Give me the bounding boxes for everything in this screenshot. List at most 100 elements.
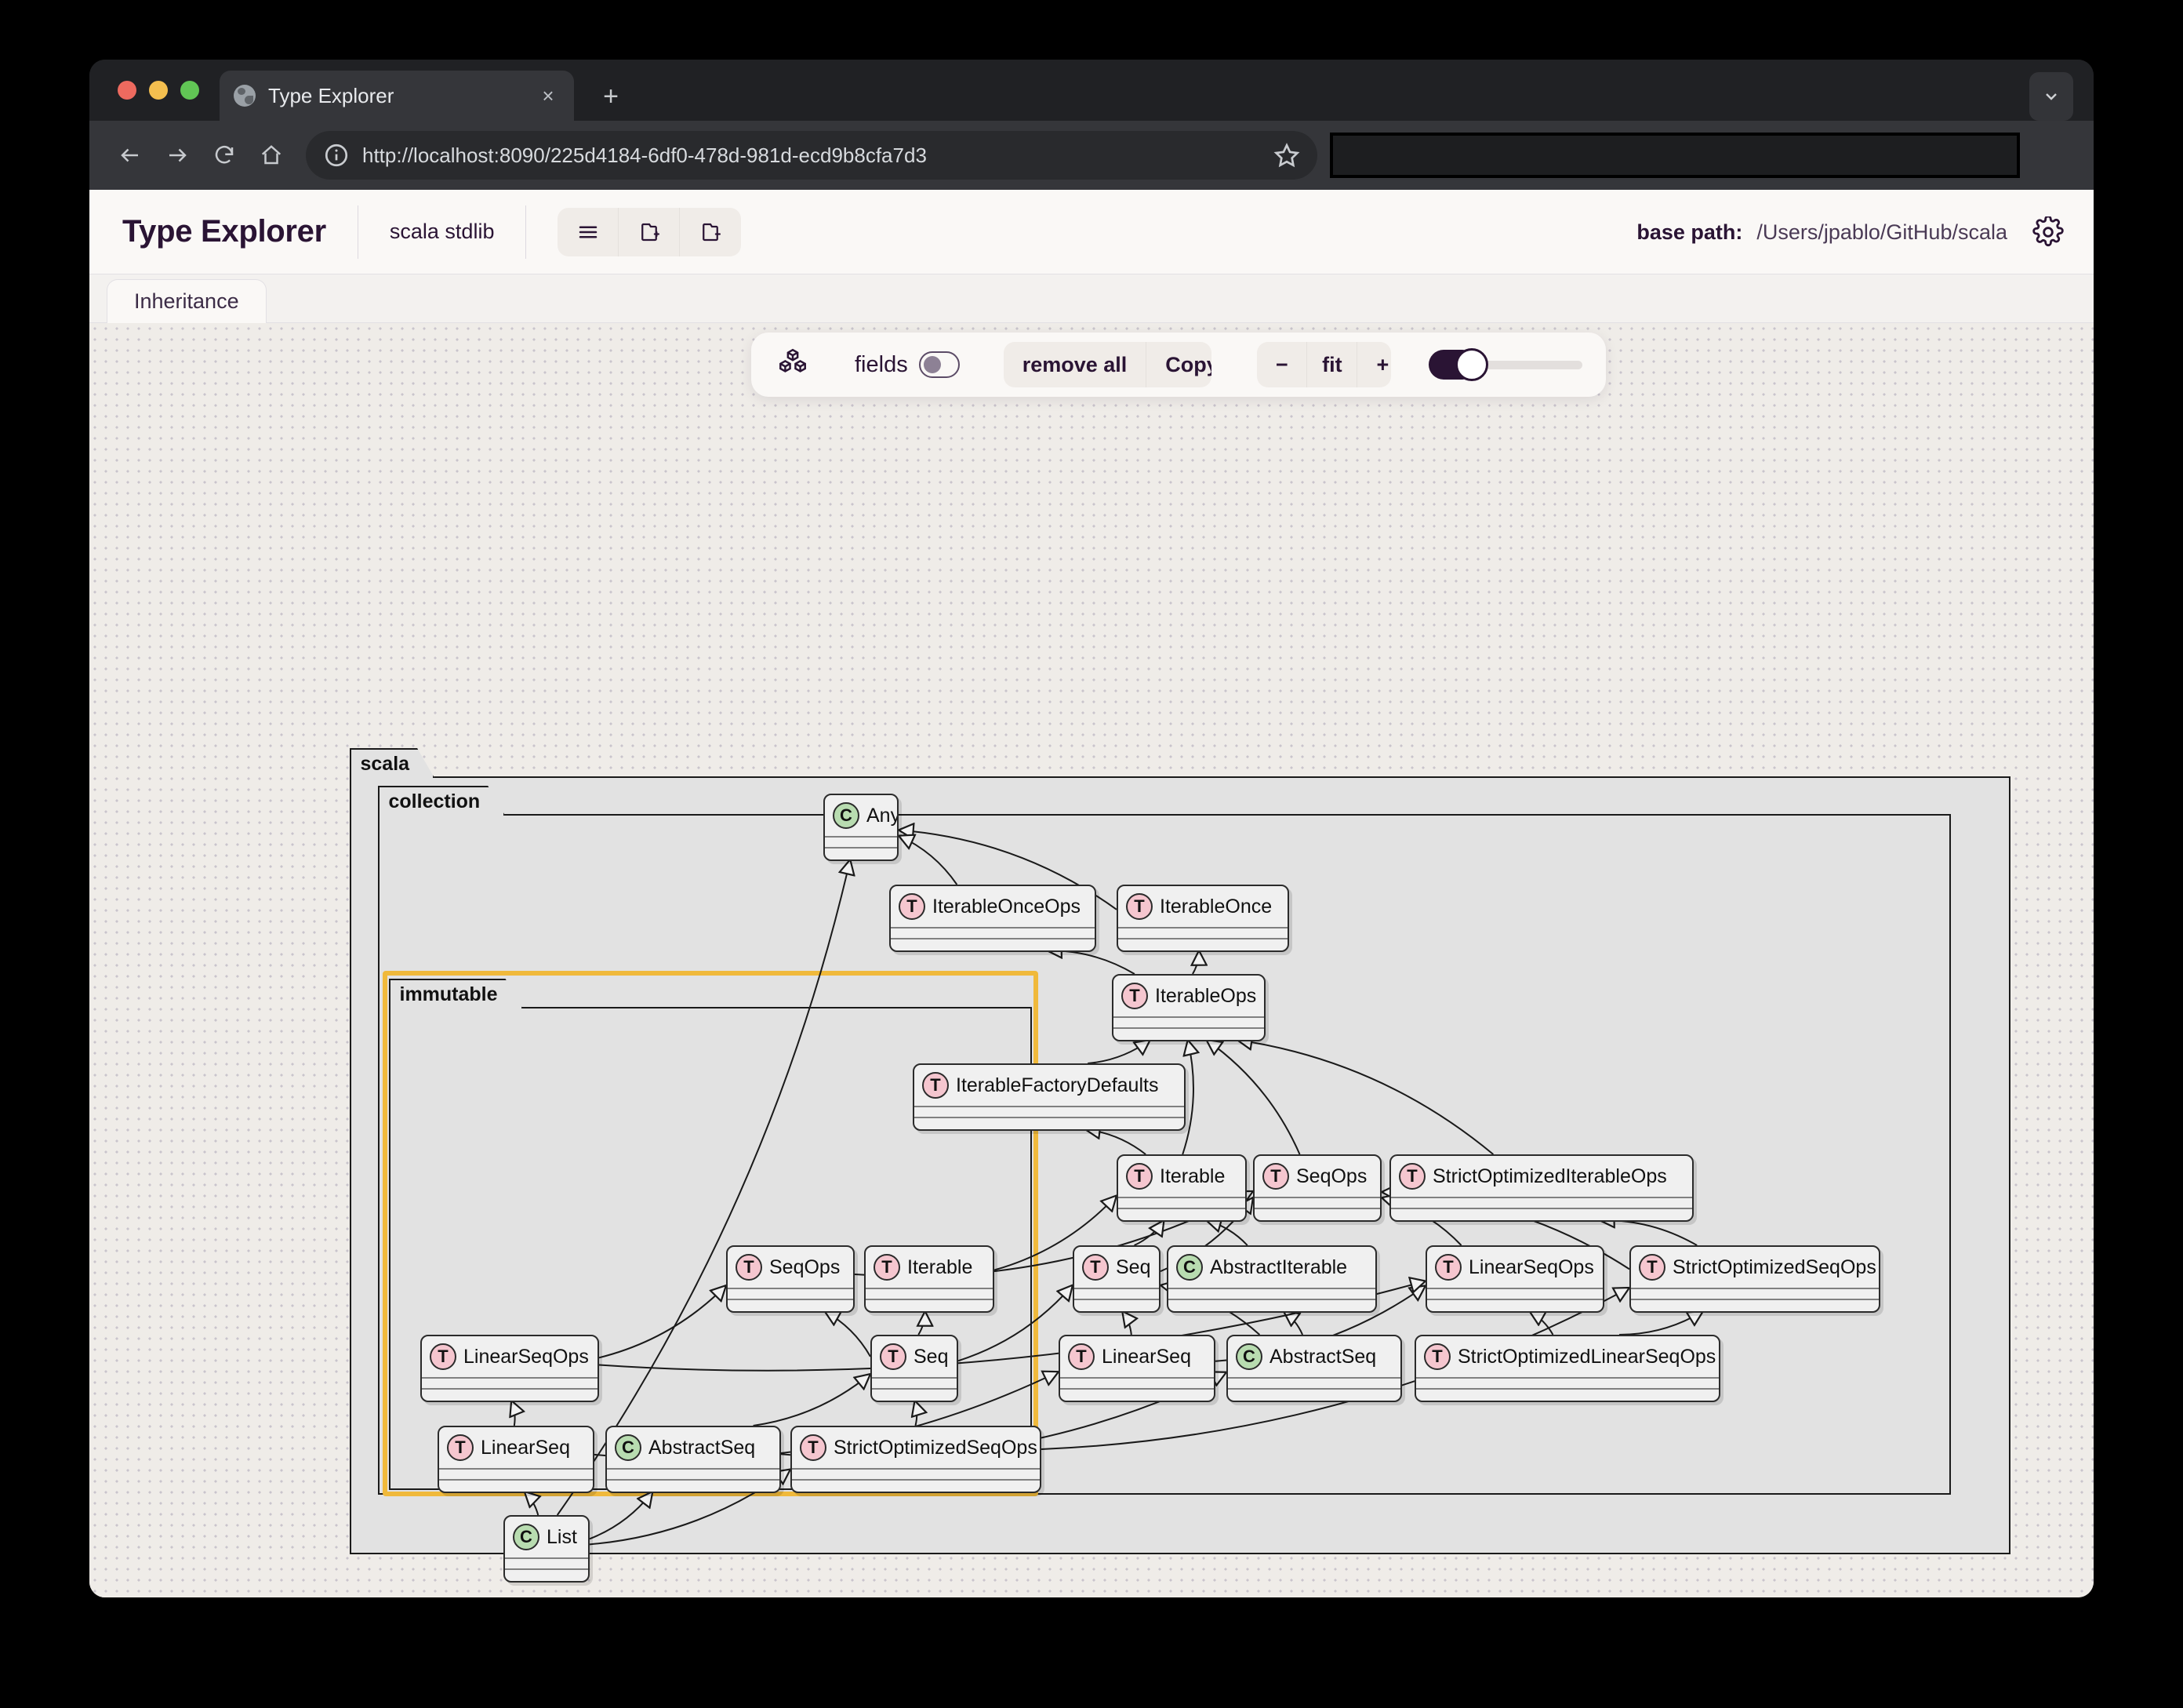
uml-node-methods-compartment xyxy=(872,1388,957,1401)
uml-node-linearseqops_i[interactable]: T LinearSeqOps xyxy=(420,1335,599,1402)
slider-thumb[interactable] xyxy=(1455,348,1488,381)
browser-extensions-area[interactable] xyxy=(1330,133,2020,178)
zoom-fit-button[interactable]: fit xyxy=(1307,342,1357,387)
trait-badge-icon: T xyxy=(1262,1163,1289,1190)
window-maximize-button[interactable] xyxy=(180,81,199,100)
uml-node-linearseqops_c[interactable]: TLinearSeqOps xyxy=(1426,1245,1604,1313)
class-badge-icon: C xyxy=(615,1434,641,1461)
folder-remove-icon[interactable] xyxy=(680,208,741,256)
uml-node-fields-compartment xyxy=(728,1288,853,1299)
url-text: http://localhost:8090/225d4184-6df0-478d… xyxy=(362,144,1273,168)
uml-node-seq_i[interactable]: TSeq xyxy=(870,1335,958,1402)
url-bar[interactable]: http://localhost:8090/225d4184-6df0-478d… xyxy=(306,131,1317,180)
uml-node-header: TSeq xyxy=(1074,1247,1159,1288)
uml-node-strictoptimizediterops[interactable]: TStrictOptimizedIterableOps xyxy=(1389,1154,1694,1222)
uml-diagram[interactable]: scala collection immutable CAnyTIterable… xyxy=(350,747,2010,1554)
uml-node-name: StrictOptimizedSeqOps xyxy=(834,1437,1037,1459)
uml-node-header: TSeqOps xyxy=(1255,1156,1380,1197)
uml-node-linearseq_i[interactable]: TLinearSeq xyxy=(438,1426,594,1493)
uml-node-fields-compartment xyxy=(1168,1288,1375,1299)
uml-node-abstractiterable[interactable]: CAbstractIterable xyxy=(1167,1245,1377,1313)
uml-node-iterableonce[interactable]: TIterableOnce xyxy=(1117,885,1289,952)
boxes-icon[interactable] xyxy=(775,347,811,383)
uml-node-strictoptlinearseqops[interactable]: TStrictOptimizedLinearSeqOps xyxy=(1415,1335,1720,1402)
uml-node-fields-compartment xyxy=(914,1106,1184,1117)
uml-node-iterableops[interactable]: T IterableOps xyxy=(1112,974,1266,1041)
uml-node-header: CAny xyxy=(825,795,897,836)
uml-node-methods-compartment xyxy=(728,1299,853,1311)
gear-icon[interactable] xyxy=(2032,216,2064,248)
uml-node-abstractseq_i[interactable]: CAbstractSeq xyxy=(605,1426,781,1493)
uml-node-fields-compartment xyxy=(422,1377,598,1388)
uml-node-name: StrictOptimizedIterableOps xyxy=(1433,1165,1667,1188)
diagram-canvas[interactable]: fields remove all Copy as − fit + xyxy=(89,323,2094,1597)
divider xyxy=(525,205,526,259)
uml-node-fields-compartment xyxy=(439,1468,593,1479)
trait-badge-icon: T xyxy=(1121,983,1148,1009)
uml-node-name: LinearSeq xyxy=(1102,1346,1191,1368)
uml-node-seqops_c[interactable]: TSeqOps xyxy=(1253,1154,1382,1222)
uml-node-iterable_c[interactable]: TIterable xyxy=(1117,1154,1247,1222)
header-right-cluster: base path: /Users/jpablo/GitHub/scala xyxy=(1636,190,2064,274)
uml-node-methods-compartment xyxy=(1255,1208,1380,1220)
uml-node-fields-compartment xyxy=(1391,1197,1692,1208)
uml-node-iterable_i[interactable]: TIterable xyxy=(864,1245,994,1313)
app-header: Type Explorer scala stdlib base path: /U… xyxy=(89,190,2094,274)
uml-node-name: IterableOnceOps xyxy=(932,896,1081,918)
uml-node-strictoptimizedseqops_c[interactable]: TStrictOptimizedSeqOps xyxy=(1629,1245,1880,1313)
uml-node-any[interactable]: CAny xyxy=(823,794,899,861)
new-tab-button[interactable]: + xyxy=(598,83,624,110)
folder-add-icon[interactable] xyxy=(619,208,680,256)
uml-node-name: IterableOps xyxy=(1155,985,1256,1008)
window-minimize-button[interactable] xyxy=(149,81,168,100)
fields-toggle-group: fields xyxy=(855,351,960,378)
window-close-button[interactable] xyxy=(118,81,136,100)
back-arrow-icon[interactable] xyxy=(107,132,154,179)
uml-node-name: Iterable xyxy=(907,1256,972,1279)
uml-node-header: TIterable xyxy=(1118,1156,1245,1197)
uml-node-fields-compartment xyxy=(1118,927,1288,938)
uml-node-header: CList xyxy=(505,1517,588,1557)
trait-badge-icon: T xyxy=(1639,1254,1665,1281)
trait-badge-icon: T xyxy=(430,1343,456,1370)
app-shell: Type Explorer scala stdlib base path: /U… xyxy=(89,190,2094,1597)
uml-node-abstractseq_c[interactable]: CAbstractSeq xyxy=(1226,1335,1402,1402)
uml-node-fields-compartment xyxy=(1427,1288,1603,1299)
copy-as-button[interactable]: Copy as xyxy=(1146,342,1211,387)
uml-node-header: TStrictOptimizedLinearSeqOps xyxy=(1416,1336,1719,1377)
uml-node-methods-compartment xyxy=(1631,1299,1879,1311)
uml-node-name: SeqOps xyxy=(769,1256,840,1279)
fields-toggle[interactable] xyxy=(919,351,960,378)
zoom-in-button[interactable]: + xyxy=(1357,342,1390,387)
uml-node-header: TStrictOptimizedIterableOps xyxy=(1391,1156,1692,1197)
trait-badge-icon: T xyxy=(1126,893,1153,920)
zoom-button-group: − fit + xyxy=(1257,342,1390,387)
reload-icon[interactable] xyxy=(201,132,248,179)
info-circle-icon[interactable] xyxy=(323,142,350,169)
uml-node-strictoptimizedseqops_i[interactable]: TStrictOptimizedSeqOps xyxy=(790,1426,1041,1493)
remove-all-button[interactable]: remove all xyxy=(1004,342,1147,387)
uml-node-seqops_i[interactable]: TSeqOps xyxy=(726,1245,855,1313)
uml-node-name: LinearSeq xyxy=(481,1437,570,1459)
star-icon[interactable] xyxy=(1273,142,1300,169)
zoom-slider[interactable] xyxy=(1429,347,1582,383)
tab-inheritance[interactable]: Inheritance xyxy=(107,279,267,323)
uml-node-seq_c[interactable]: TSeq xyxy=(1073,1245,1161,1313)
uml-node-iterableonceops[interactable]: TIterableOnceOps xyxy=(889,885,1096,952)
forward-arrow-icon[interactable] xyxy=(154,132,201,179)
chevron-down-icon[interactable] xyxy=(2029,72,2073,121)
menu-icon[interactable] xyxy=(558,208,619,256)
zoom-out-button[interactable]: − xyxy=(1257,342,1307,387)
uml-node-list[interactable]: CList xyxy=(503,1515,590,1583)
uml-node-name: Seq xyxy=(914,1346,948,1368)
browser-tab[interactable]: Type Explorer × xyxy=(220,71,574,121)
uml-node-linearseq_c[interactable]: TLinearSeq xyxy=(1059,1335,1215,1402)
close-icon[interactable]: × xyxy=(536,85,560,106)
uml-node-header: TStrictOptimizedSeqOps xyxy=(792,1427,1040,1468)
home-icon[interactable] xyxy=(248,132,295,179)
uml-node-name: LinearSeqOps xyxy=(463,1346,589,1368)
package-label-scala: scala xyxy=(350,748,435,778)
class-badge-icon: C xyxy=(513,1524,539,1550)
uml-node-iterablefactorydefaults[interactable]: TIterableFactoryDefaults xyxy=(913,1063,1186,1131)
uml-node-fields-compartment xyxy=(1631,1288,1879,1299)
